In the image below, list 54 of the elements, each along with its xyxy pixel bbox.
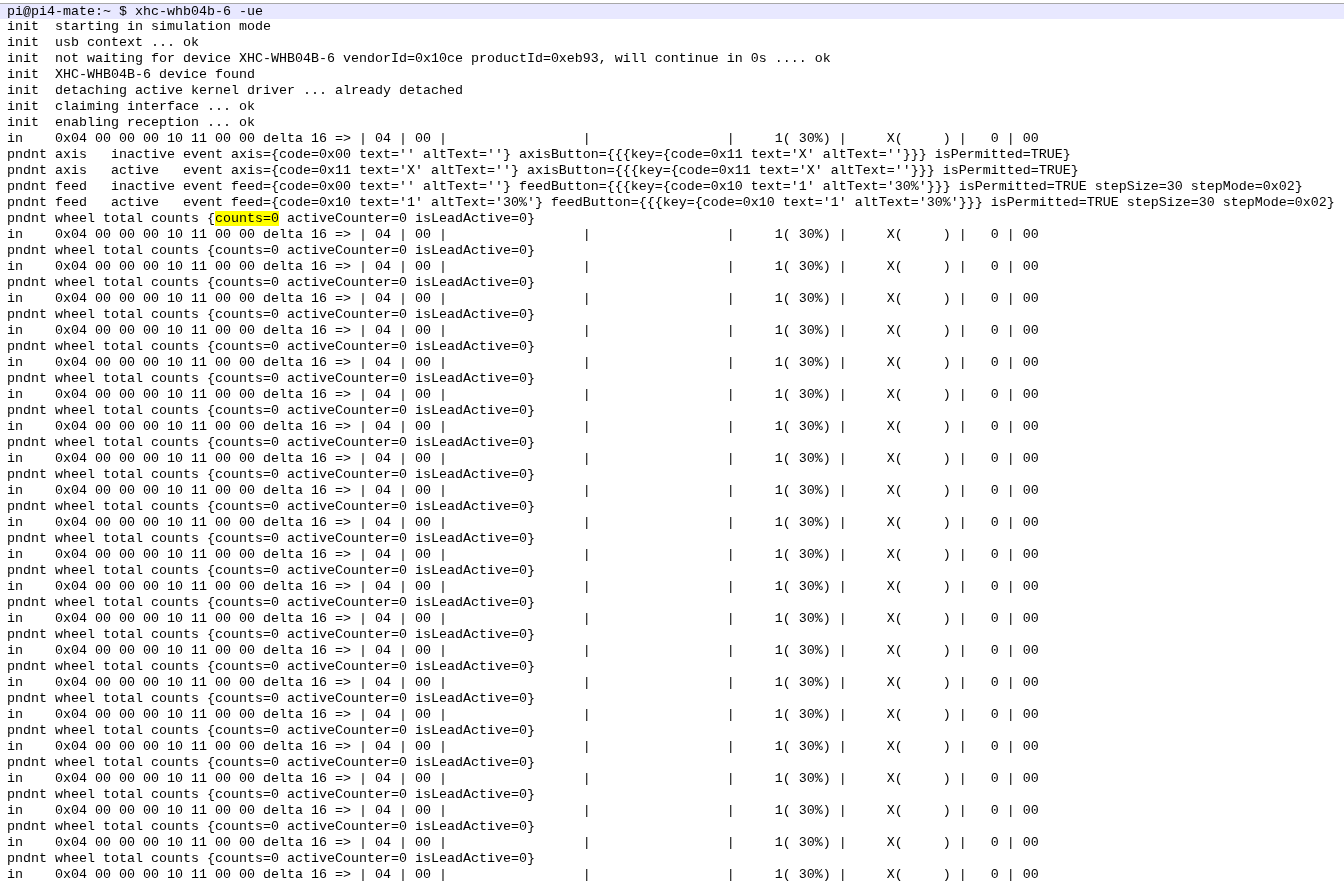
output-line: in 0x04 00 00 00 10 11 00 00 delta 16 => | 04 | 00 | | | 1( 30%) | X( ) | 0 | 00 xyxy=(6,611,1040,627)
output-line: in 0x04 00 00 00 10 11 00 00 delta 16 => | 04 | 00 | | | 1( 30%) | X( ) | 0 | 00 xyxy=(6,643,1040,659)
output-line: pndnt feed active event feed={code=0x10 text='1' altText='30%'} feedButton={{{key={code=0x10 text='1' altText='30%'}}} isPermitted=TRUE stepSize=30 stepMode=0x02} xyxy=(6,195,1336,211)
output-line: pndnt wheel total counts {counts=0 activeCounter=0 isLeadActive=0} xyxy=(6,435,536,451)
output-line: pndnt wheel total counts {counts=0 activeCounter=0 isLeadActive=0} xyxy=(6,851,536,867)
output-line: in 0x04 00 00 00 10 11 00 00 delta 16 => | 04 | 00 | | | 1( 30%) | X( ) | 0 | 00 xyxy=(6,547,1040,563)
output-line: in 0x04 00 00 00 10 11 00 00 delta 16 => | 04 | 00 | | | 1( 30%) | X( ) | 0 | 00 xyxy=(6,515,1040,531)
output-line: in 0x04 00 00 00 10 11 00 00 delta 16 => | 04 | 00 | | | 1( 30%) | X( ) | 0 | 00 xyxy=(6,835,1040,851)
output-line: in 0x04 00 00 00 10 11 00 00 delta 16 => | 04 | 00 | | | 1( 30%) | X( ) | 0 | 00 xyxy=(6,739,1040,755)
output-line: pndnt axis inactive event axis={code=0x00 text='' altText=''} axisButton={{{key={code=0x11 text='X' altText=''}}} isPermitted=TRUE} xyxy=(6,147,1072,163)
output-line: pndnt wheel total counts {counts=0 activeCounter=0 isLeadActive=0} xyxy=(6,755,536,771)
output-line: pndnt wheel total counts {counts=0 activeCounter=0 isLeadActive=0} xyxy=(6,819,536,835)
output-line: in 0x04 00 00 00 10 11 00 00 delta 16 => | 04 | 00 | | | 1( 30%) | X( ) | 0 | 00 xyxy=(6,675,1040,691)
output-line: pndnt wheel total counts {counts=0 activeCounter=0 isLeadActive=0} xyxy=(6,531,536,547)
output-line: in 0x04 00 00 00 10 11 00 00 delta 16 => | 04 | 00 | | | 1( 30%) | X( ) | 0 | 00 xyxy=(6,227,1040,243)
output-line: in 0x04 00 00 00 10 11 00 00 delta 16 => | 04 | 00 | | | 1( 30%) | X( ) | 0 | 00 xyxy=(6,131,1040,147)
output-line: in 0x04 00 00 00 10 11 00 00 delta 16 => | 04 | 00 | | | 1( 30%) | X( ) | 0 | 00 xyxy=(6,707,1040,723)
output-line: init claiming interface ... ok xyxy=(6,99,256,115)
output-line: init XHC-WHB04B-6 device found xyxy=(6,67,256,83)
output-line: init starting in simulation mode xyxy=(6,19,272,35)
output-line: in 0x04 00 00 00 10 11 00 00 delta 16 => | 04 | 00 | | | 1( 30%) | X( ) | 0 | 00 xyxy=(6,355,1040,371)
output-line: pndnt wheel total counts {counts=0 activeCounter=0 isLeadActive=0} xyxy=(6,563,536,579)
output-line: in 0x04 00 00 00 10 11 00 00 delta 16 => | 04 | 00 | | | 1( 30%) | X( ) | 0 | 00 xyxy=(6,323,1040,339)
output-line: pndnt wheel total counts {counts=0 activeCounter=0 isLeadActive=0} xyxy=(6,723,536,739)
output-line: pndnt wheel total counts {counts=0 activeCounter=0 isLeadActive=0} xyxy=(6,595,536,611)
output-line: init enabling reception ... ok xyxy=(6,115,256,131)
output-line: in 0x04 00 00 00 10 11 00 00 delta 16 => | 04 | 00 | | | 1( 30%) | X( ) | 0 | 00 xyxy=(6,771,1040,787)
output-line: init not waiting for device XHC-WHB04B-6 vendorId=0x10ce productId=0xeb93, will continue in 0s .... ok xyxy=(6,51,832,67)
output-line: in 0x04 00 00 00 10 11 00 00 delta 16 => | 04 | 00 | | | 1( 30%) | X( ) | 0 | 00 xyxy=(6,387,1040,403)
output-line: in 0x04 00 00 00 10 11 00 00 delta 16 => | 04 | 00 | | | 1( 30%) | X( ) | 0 | 00 xyxy=(6,419,1040,435)
output-line: pndnt wheel total counts {counts=0 activeCounter=0 isLeadActive=0} xyxy=(6,371,536,387)
output-line: init usb context ... ok xyxy=(6,35,200,51)
output-line: pndnt wheel total counts {counts=0 activeCounter=0 isLeadActive=0} xyxy=(6,467,536,483)
output-line: pndnt wheel total counts {counts=0 activeCounter=0 isLeadActive=0} xyxy=(6,243,536,259)
output-line: pndnt axis active event axis={code=0x11 text='X' altText=''} axisButton={{{key={code=0x11 text='X' altText=''}}} isPermitted=TRUE} xyxy=(6,163,1080,179)
output-line: pndnt wheel total counts {counts=0 activeCounter=0 isLeadActive=0} xyxy=(6,275,536,291)
output-line: in 0x04 00 00 00 10 11 00 00 delta 16 => | 04 | 00 | | | 1( 30%) | X( ) | 0 | 00 xyxy=(6,259,1040,275)
output-line: in 0x04 00 00 00 10 11 00 00 delta 16 => | 04 | 00 | | | 1( 30%) | X( ) | 0 | 00 xyxy=(6,867,1040,883)
output-line: pndnt wheel total counts {counts=0 activeCounter=0 isLeadActive=0} xyxy=(6,499,536,515)
output-line: pndnt wheel total counts {counts=0 activeCounter=0 isLeadActive=0} xyxy=(6,627,536,643)
output-line: init detaching active kernel driver ... already detached xyxy=(6,83,464,99)
output-line: in 0x04 00 00 00 10 11 00 00 delta 16 => | 04 | 00 | | | 1( 30%) | X( ) | 0 | 00 xyxy=(6,483,1040,499)
output-line: in 0x04 00 00 00 10 11 00 00 delta 16 => | 04 | 00 | | | 1( 30%) | X( ) | 0 | 00 xyxy=(6,291,1040,307)
output-line: in 0x04 00 00 00 10 11 00 00 delta 16 => | 04 | 00 | | | 1( 30%) | X( ) | 0 | 00 xyxy=(6,579,1040,595)
output-line: pndnt wheel total counts {counts=0 activeCounter=0 isLeadActive=0} xyxy=(6,787,536,803)
output-line: in 0x04 00 00 00 10 11 00 00 delta 16 => | 04 | 00 | | | 1( 30%) | X( ) | 0 | 00 xyxy=(6,803,1040,819)
output-line: pndnt wheel total counts {counts=0 activeCounter=0 isLeadActive=0} xyxy=(6,339,536,355)
output-line: pndnt feed inactive event feed={code=0x00 text='' altText=''} feedButton={{{key={code=0x10 text='1' altText='30%'}}} isPermitted=TRUE stepSize=30 stepMode=0x02} xyxy=(6,179,1304,195)
output-line: in 0x04 00 00 00 10 11 00 00 delta 16 => | 04 | 00 | | | 1( 30%) | X( ) | 0 | 00 xyxy=(6,451,1040,467)
output-line: pndnt wheel total counts {counts=0 activeCounter=0 isLeadActive=0} xyxy=(6,659,536,675)
output-line: pndnt wheel total counts {counts=0 activeCounter=0 isLeadActive=0} xyxy=(6,211,536,227)
output-line: pndnt wheel total counts {counts=0 activeCounter=0 isLeadActive=0} xyxy=(6,403,536,419)
output-line: pndnt wheel total counts {counts=0 activeCounter=0 isLeadActive=0} xyxy=(6,307,536,323)
output-line: pndnt wheel total counts {counts=0 activeCounter=0 isLeadActive=0} xyxy=(6,691,536,707)
